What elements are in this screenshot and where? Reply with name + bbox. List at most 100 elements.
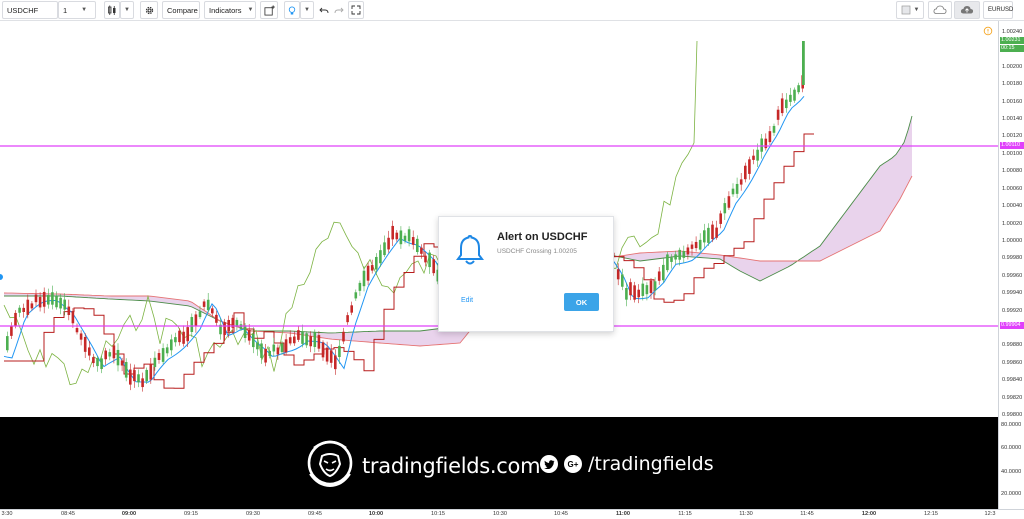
symbol-search-input[interactable]: USDCHF — [2, 1, 58, 19]
candle — [366, 262, 370, 286]
candle — [744, 162, 747, 183]
compare-label: Compare — [167, 5, 198, 15]
candle — [707, 223, 710, 246]
candle — [313, 329, 317, 353]
candle — [387, 230, 390, 253]
candle — [682, 245, 686, 263]
candle — [51, 285, 54, 310]
candle — [329, 344, 333, 368]
brand-site: tradingfields.com — [362, 454, 541, 478]
candle — [305, 331, 308, 348]
candle — [346, 312, 349, 325]
settings-button[interactable] — [140, 1, 158, 19]
time-tick: 10:45 — [554, 511, 568, 517]
price-tick: 1.00060 — [1002, 185, 1023, 192]
candle — [79, 330, 83, 346]
chevron-down-icon: ▼ — [913, 7, 920, 13]
price-tick: 1.00140 — [1002, 116, 1023, 123]
candle — [362, 266, 366, 292]
candle — [235, 317, 239, 331]
candle — [399, 226, 403, 249]
candles-icon — [108, 5, 116, 15]
chart-style-dropdown[interactable]: ▼ — [120, 1, 134, 19]
candle — [621, 268, 624, 291]
chart-style-button[interactable] — [104, 1, 120, 19]
indicator-axis[interactable]: 80.0000 60.0000 40.0000 20.0000 — [998, 417, 1024, 509]
indicator-tick: 80.0000 — [1001, 422, 1022, 428]
layout-button[interactable]: ▼ — [896, 1, 924, 19]
candle — [116, 343, 120, 372]
candle — [260, 339, 263, 364]
interval-dropdown[interactable]: 1 ▼ — [58, 1, 96, 19]
alert-title: Alert on USDCHF — [497, 231, 588, 243]
candle — [789, 87, 792, 107]
candle — [157, 349, 161, 364]
alert-dialog: Alert on USDCHF USDCHF Crossing 1.00205 … — [438, 216, 614, 332]
candle — [26, 294, 30, 319]
time-axis[interactable]: 3:30 08:45 09:00 09:15 09:30 09:45 10:00 10:15 1… — [0, 509, 1024, 519]
candle — [178, 328, 181, 346]
candle — [764, 133, 768, 151]
indicators-button[interactable]: Indicators ▼ — [204, 1, 256, 19]
alert-button[interactable] — [284, 1, 300, 19]
candle — [108, 348, 112, 361]
candle — [247, 324, 251, 345]
last-price-label: 1.00231 — [1000, 37, 1024, 44]
candle — [752, 149, 755, 165]
candle — [703, 223, 706, 248]
candle — [735, 177, 739, 199]
twitter-icon — [540, 455, 558, 473]
cloud-save-button[interactable] — [954, 1, 980, 19]
time-tick: 10:00 — [368, 511, 384, 517]
candle — [342, 327, 345, 345]
candle — [731, 183, 735, 197]
time-tick: 11:30 — [739, 511, 753, 517]
candle — [96, 355, 99, 372]
candle — [772, 123, 776, 136]
brand-handle: /tradingfields — [588, 453, 714, 475]
undo-button[interactable] — [316, 1, 331, 19]
price-tick: 1.00120 — [1002, 133, 1023, 140]
time-tick: 11:00 — [616, 511, 630, 517]
time-tick: 08:45 — [61, 511, 75, 517]
price-tick: 0.99940 — [1002, 290, 1023, 297]
candle — [67, 299, 71, 321]
candle — [165, 343, 169, 357]
candle — [694, 236, 698, 252]
candle — [141, 372, 144, 392]
warning-icon[interactable] — [983, 26, 993, 36]
compare-button[interactable]: Compare — [162, 1, 200, 19]
cloud-upload-icon — [960, 6, 974, 14]
candle-last — [802, 41, 805, 85]
redo-button[interactable] — [331, 1, 346, 19]
fullscreen-button[interactable] — [348, 1, 364, 19]
redo-icon — [334, 7, 344, 13]
price-axis[interactable]: 1.00240 1.00200 1.00180 1.00160 1.00140 1.001… — [998, 21, 1024, 418]
candle — [18, 305, 21, 318]
candle — [215, 310, 218, 327]
price-tick: 0.99920 — [1002, 307, 1023, 314]
candle — [748, 156, 751, 180]
candle — [190, 313, 194, 338]
top-toolbar: USDCHF 1 ▼ ▼ Compare Indicators ▼ ▼ ▼ EU… — [0, 0, 1024, 21]
alert-ok-button[interactable]: OK — [564, 293, 599, 311]
candle — [666, 251, 669, 273]
candle — [129, 363, 132, 391]
scroll-marker[interactable] — [0, 274, 3, 280]
chevron-down-icon: ▼ — [124, 7, 130, 13]
indicator-tick: 60.0000 — [1001, 445, 1022, 451]
templates-button[interactable] — [260, 1, 278, 19]
alert-edit-link[interactable]: Edit — [461, 297, 473, 304]
secondary-symbol-label: EURUSD — [988, 7, 1014, 13]
secondary-symbol[interactable]: EURUSD — [983, 1, 1013, 19]
candle — [350, 301, 353, 316]
cloud-load-button[interactable] — [928, 1, 952, 19]
chevron-down-icon: ▼ — [81, 7, 88, 13]
candle — [727, 191, 731, 210]
indicator-tick: 20.0000 — [1001, 491, 1022, 497]
candle — [75, 323, 79, 335]
candle — [182, 325, 185, 347]
candle — [768, 125, 772, 146]
alert-dropdown[interactable]: ▼ — [300, 1, 314, 19]
candle — [719, 210, 722, 229]
